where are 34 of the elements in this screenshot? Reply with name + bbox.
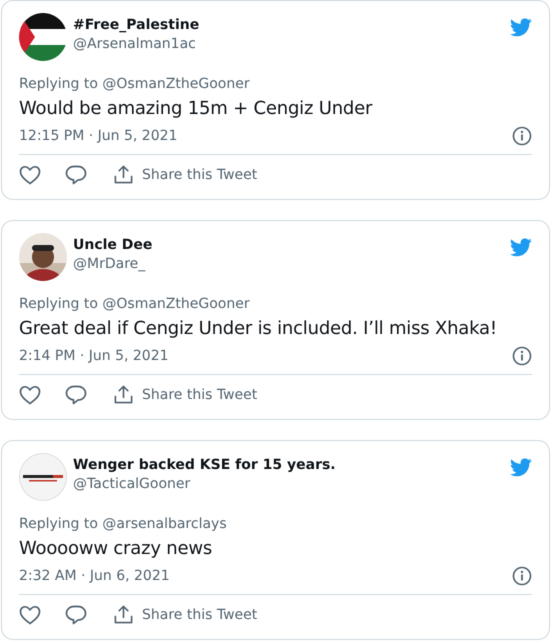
user-handle[interactable]: @TacticalGooner (73, 475, 190, 494)
bird-icon (510, 18, 532, 37)
info-icon[interactable] (512, 126, 532, 146)
reply-icon[interactable] (65, 384, 87, 404)
timestamp[interactable]: 2:32 AM · Jun 6, 2021 (19, 566, 170, 586)
info-icon[interactable] (512, 346, 532, 366)
timestamp[interactable]: 12:15 PM · Jun 5, 2021 (19, 126, 178, 146)
share-button[interactable]: Share this Tweet (113, 164, 258, 185)
heart-icon[interactable] (19, 164, 41, 184)
user-handle[interactable]: @MrDare_ (73, 255, 146, 274)
replying-to: Replying to @arsenalbarclays (19, 515, 228, 534)
share-icon (113, 164, 134, 185)
heart-icon[interactable] (19, 384, 41, 404)
share-icon (113, 604, 134, 625)
reply-icon[interactable] (65, 164, 87, 184)
heart-icon[interactable] (19, 604, 41, 624)
reply-icon[interactable] (65, 604, 87, 624)
timestamp[interactable]: 2:14 PM · Jun 5, 2021 (19, 346, 169, 366)
flag-avatar (19, 13, 67, 61)
replying-to: Replying to @OsmanZtheGooner (19, 75, 251, 94)
tweet-text: Great deal if Cengiz Under is included. I’ll miss Xhaka! (19, 317, 498, 341)
display-name[interactable]: #Free_Palestine (73, 16, 200, 35)
bird-icon (510, 238, 532, 257)
bird-icon (510, 458, 532, 477)
share-icon (113, 384, 134, 405)
share-button[interactable]: Share this Tweet (113, 604, 258, 625)
display-name[interactable]: Wenger backed KSE for 15 years. (73, 456, 336, 475)
tweet-text: Would be amazing 15m + Cengiz Under (19, 97, 374, 121)
user-handle[interactable]: @Arsenalman1ac (73, 35, 196, 54)
tweet-text: Wooooww crazy news (19, 537, 214, 561)
info-icon[interactable] (512, 566, 532, 586)
replying-to: Replying to @OsmanZtheGooner (19, 295, 251, 314)
display-name[interactable]: Uncle Dee (73, 236, 152, 255)
share-button[interactable]: Share this Tweet (113, 384, 258, 405)
